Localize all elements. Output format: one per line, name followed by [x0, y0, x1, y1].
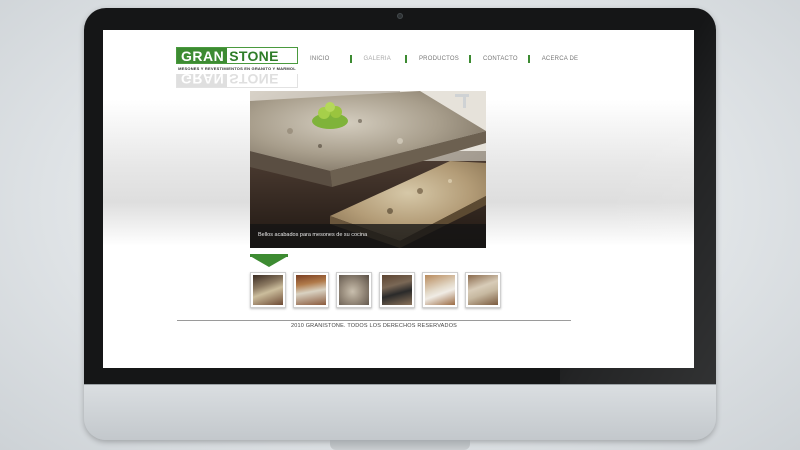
logo-prefix: GRAN: [177, 48, 228, 64]
footer-copyright: 2010 GRANISTONE. TODOS LOS DERECHOS RESE…: [290, 323, 458, 329]
nav-divider: [527, 55, 530, 63]
active-thumb-arrow-icon: [250, 256, 288, 267]
nav-galeria[interactable]: GALERIA: [362, 56, 393, 62]
nav-productos[interactable]: PRODUCTOS: [417, 56, 461, 62]
thumbnail-3[interactable]: [336, 272, 372, 308]
monitor-chin: [84, 384, 716, 440]
nav-contacto[interactable]: CONTACTO: [481, 56, 520, 62]
thumbnail-4[interactable]: [379, 272, 415, 308]
nav-divider: [404, 55, 407, 63]
logo-reflection: GRAN STONE: [176, 74, 298, 88]
main-nav: INICIO GALERIA PRODUCTOS CONTACTO ACERCA…: [308, 54, 580, 64]
site-logo[interactable]: GRAN STONE MESONES Y REVESTIMIENTOS EN G…: [176, 47, 298, 71]
monitor-stand: [330, 440, 470, 450]
thumbnail-5[interactable]: [422, 272, 458, 308]
thumbnail-strip: [250, 272, 508, 308]
thumbnail-1[interactable]: [250, 272, 286, 308]
thumbnail-2[interactable]: [293, 272, 329, 308]
nav-inicio[interactable]: INICIO: [308, 56, 332, 62]
website-screen: GRAN STONE MESONES Y REVESTIMIENTOS EN G…: [103, 30, 694, 368]
caption-bar: Bellos acabados para mesones de su cocin…: [250, 224, 486, 248]
logo-suffix: STONE: [229, 48, 279, 64]
logo-wordmark: GRAN STONE: [176, 47, 298, 64]
nav-divider: [349, 55, 352, 63]
footer-divider: [177, 320, 571, 321]
webcam-icon: [397, 13, 403, 19]
logo-tagline: MESONES Y REVESTIMIENTOS EN GRANITO Y MA…: [178, 66, 296, 71]
slide-caption: Bellos acabados para mesones de su cocin…: [258, 232, 368, 238]
nav-acerca-de[interactable]: ACERCA DE: [540, 56, 580, 62]
nav-divider: [469, 55, 471, 63]
thumbnail-6[interactable]: [465, 272, 501, 308]
slideshow-image[interactable]: Bellos acabados para mesones de su cocin…: [250, 91, 486, 248]
